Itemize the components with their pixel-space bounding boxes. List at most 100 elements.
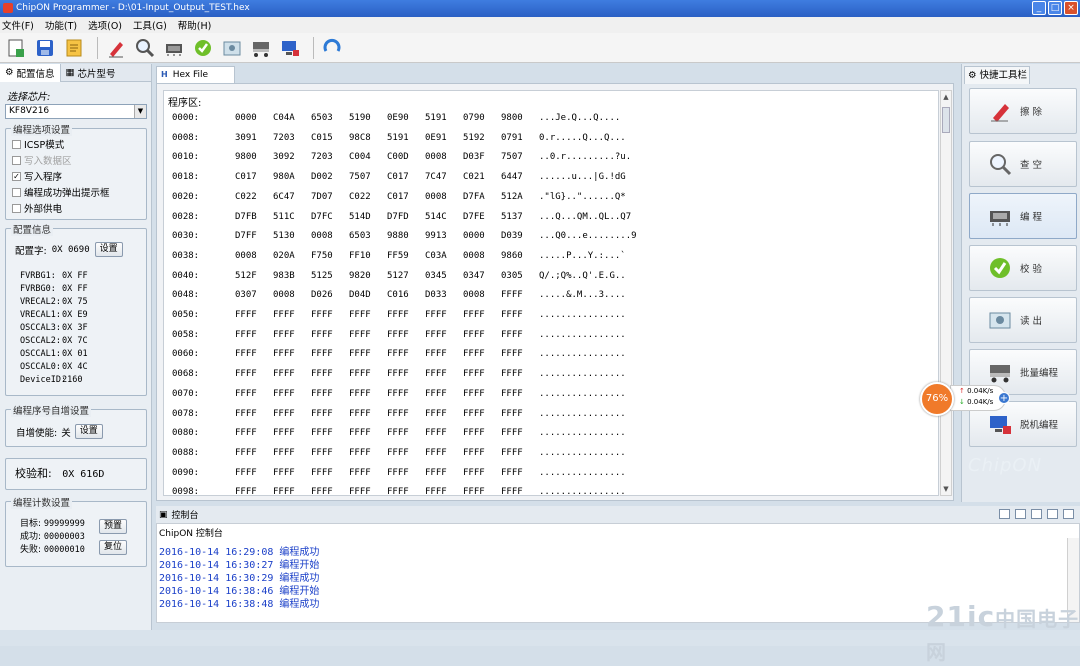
hex-cell[interactable]: 0000 <box>235 113 257 123</box>
hex-ascii[interactable]: ."lG}.."......Q* <box>539 192 626 202</box>
hex-cell[interactable]: 0E91 <box>425 133 447 143</box>
console-menu-icon[interactable] <box>1063 509 1074 519</box>
hex-cell[interactable]: FFFF <box>311 369 333 379</box>
hex-cell[interactable]: FFFF <box>463 468 485 478</box>
hex-cell[interactable]: FFFF <box>311 409 333 419</box>
hex-cell[interactable]: 5192 <box>463 133 485 143</box>
hex-cell[interactable]: FFFF <box>349 349 371 359</box>
hex-cell[interactable]: FFFF <box>387 349 409 359</box>
hex-cell[interactable]: FFFF <box>425 330 447 340</box>
save-button[interactable] <box>33 36 57 60</box>
hex-cell[interactable]: 9880 <box>387 231 409 241</box>
hex-cell[interactable]: C015 <box>311 133 333 143</box>
hex-cell[interactable]: FFFF <box>349 487 371 495</box>
hex-cell[interactable]: 7507 <box>349 172 371 182</box>
hex-cell[interactable]: 0008 <box>463 251 485 261</box>
scrollbar-thumb[interactable] <box>942 107 950 133</box>
console-display-icon[interactable] <box>1047 509 1058 519</box>
hex-cell[interactable]: 0307 <box>235 290 257 300</box>
hex-cell[interactable]: D033 <box>425 290 447 300</box>
hex-cell[interactable]: C022 <box>349 192 371 202</box>
hex-cell[interactable]: FFFF <box>387 310 409 320</box>
hex-cell[interactable]: FFFF <box>349 448 371 458</box>
hex-ascii[interactable]: ................ <box>539 409 626 419</box>
hex-cell[interactable]: 0305 <box>501 271 523 281</box>
hex-cell[interactable]: FFFF <box>501 349 523 359</box>
hex-cell[interactable]: C021 <box>463 172 485 182</box>
hex-cell[interactable]: FFFF <box>349 389 371 399</box>
hex-cell[interactable]: FFFF <box>349 330 371 340</box>
hex-cell[interactable]: 020A <box>273 251 295 261</box>
config-set-button[interactable]: 设置 <box>94 242 123 257</box>
hex-cell[interactable]: FFFF <box>387 389 409 399</box>
hex-ascii[interactable]: ...Q...QM..QL..Q7 <box>539 212 631 222</box>
minimize-button[interactable]: _ <box>1032 1 1046 15</box>
hex-cell[interactable]: FFFF <box>273 349 295 359</box>
hex-cell[interactable]: 6C47 <box>273 192 295 202</box>
hex-ascii[interactable]: ................ <box>539 349 626 359</box>
hex-cell[interactable]: FFFF <box>463 448 485 458</box>
hex-cell[interactable]: 514C <box>425 212 447 222</box>
hex-cell[interactable]: 0347 <box>463 271 485 281</box>
hex-cell[interactable]: FFFF <box>311 389 333 399</box>
icsp-mode-checkbox[interactable]: ICSP模式 <box>6 136 146 152</box>
hex-cell[interactable]: 7C47 <box>425 172 447 182</box>
hex-ascii[interactable]: ..0.r.........?u. <box>539 152 631 162</box>
hex-cell[interactable]: FFFF <box>501 448 523 458</box>
hex-ascii[interactable]: ................ <box>539 487 626 495</box>
hex-cell[interactable]: 5190 <box>349 113 371 123</box>
program-tool-button[interactable] <box>162 36 186 60</box>
open-file-button[interactable] <box>62 36 86 60</box>
hex-cell[interactable]: FFFF <box>273 468 295 478</box>
hex-cell[interactable]: 3091 <box>235 133 257 143</box>
offline-tool-button[interactable] <box>278 36 302 60</box>
hex-cell[interactable]: FFFF <box>387 369 409 379</box>
hex-cell[interactable]: FFFF <box>463 409 485 419</box>
hex-cell[interactable]: D026 <box>311 290 333 300</box>
hex-cell[interactable]: FFFF <box>387 448 409 458</box>
hex-ascii[interactable]: ................ <box>539 468 626 478</box>
hex-cell[interactable]: FFFF <box>311 468 333 478</box>
hex-cell[interactable]: FFFF <box>501 330 523 340</box>
hex-cell[interactable]: C017 <box>387 192 409 202</box>
hex-ascii[interactable]: 0.r.....Q...Q... <box>539 133 626 143</box>
preset-button[interactable]: 预置 <box>99 519 128 534</box>
hex-cell[interactable]: 0E90 <box>387 113 409 123</box>
reset-button[interactable]: 复位 <box>99 540 128 555</box>
hex-cell[interactable]: 9820 <box>349 271 371 281</box>
hex-cell[interactable]: FFFF <box>349 369 371 379</box>
hex-cell[interactable]: FFFF <box>273 369 295 379</box>
hex-cell[interactable]: 5125 <box>311 271 333 281</box>
hex-cell[interactable]: FFFF <box>463 428 485 438</box>
hex-cell[interactable]: 5191 <box>387 133 409 143</box>
network-speed-widget[interactable]: ↑ 0.04K/s ↓ 0.04K/s 76% + <box>920 382 1012 416</box>
menu-help[interactable]: 帮助(H) <box>178 18 212 32</box>
hex-cell[interactable]: FFFF <box>501 428 523 438</box>
hex-cell[interactable]: FFFF <box>235 448 257 458</box>
hex-cell[interactable]: C04A <box>273 113 295 123</box>
hex-cell[interactable]: FFFF <box>501 468 523 478</box>
hex-cell[interactable]: FFFF <box>273 487 295 495</box>
hex-cell[interactable]: FFFF <box>425 389 447 399</box>
hex-cell[interactable]: FFFF <box>311 448 333 458</box>
program-button[interactable]: 编 程 <box>969 193 1077 239</box>
hex-cell[interactable]: FFFF <box>425 310 447 320</box>
hex-cell[interactable]: FFFF <box>273 310 295 320</box>
hex-cell[interactable]: 9913 <box>425 231 447 241</box>
chip-select[interactable]: KF8V216 ▼ <box>5 104 147 119</box>
read-button[interactable]: 读 出 <box>969 297 1077 343</box>
hex-cell[interactable]: 0345 <box>425 271 447 281</box>
hex-cell[interactable]: 7203 <box>311 152 333 162</box>
hex-cell[interactable]: FFFF <box>425 468 447 478</box>
hex-ascii[interactable]: ................ <box>539 428 626 438</box>
hex-cell[interactable]: C017 <box>235 172 257 182</box>
hex-cell[interactable]: FFFF <box>463 487 485 495</box>
hex-cell[interactable]: C022 <box>235 192 257 202</box>
verify-tool-button[interactable] <box>191 36 215 60</box>
hex-cell[interactable]: FFFF <box>273 330 295 340</box>
tab-config-info[interactable]: ⚙ 配置信息 <box>0 63 61 82</box>
hex-cell[interactable]: FFFF <box>273 428 295 438</box>
hex-ascii[interactable]: .....P...Y.:...` <box>539 251 626 261</box>
close-button[interactable]: × <box>1064 1 1078 15</box>
hex-cell[interactable]: 7507 <box>501 152 523 162</box>
